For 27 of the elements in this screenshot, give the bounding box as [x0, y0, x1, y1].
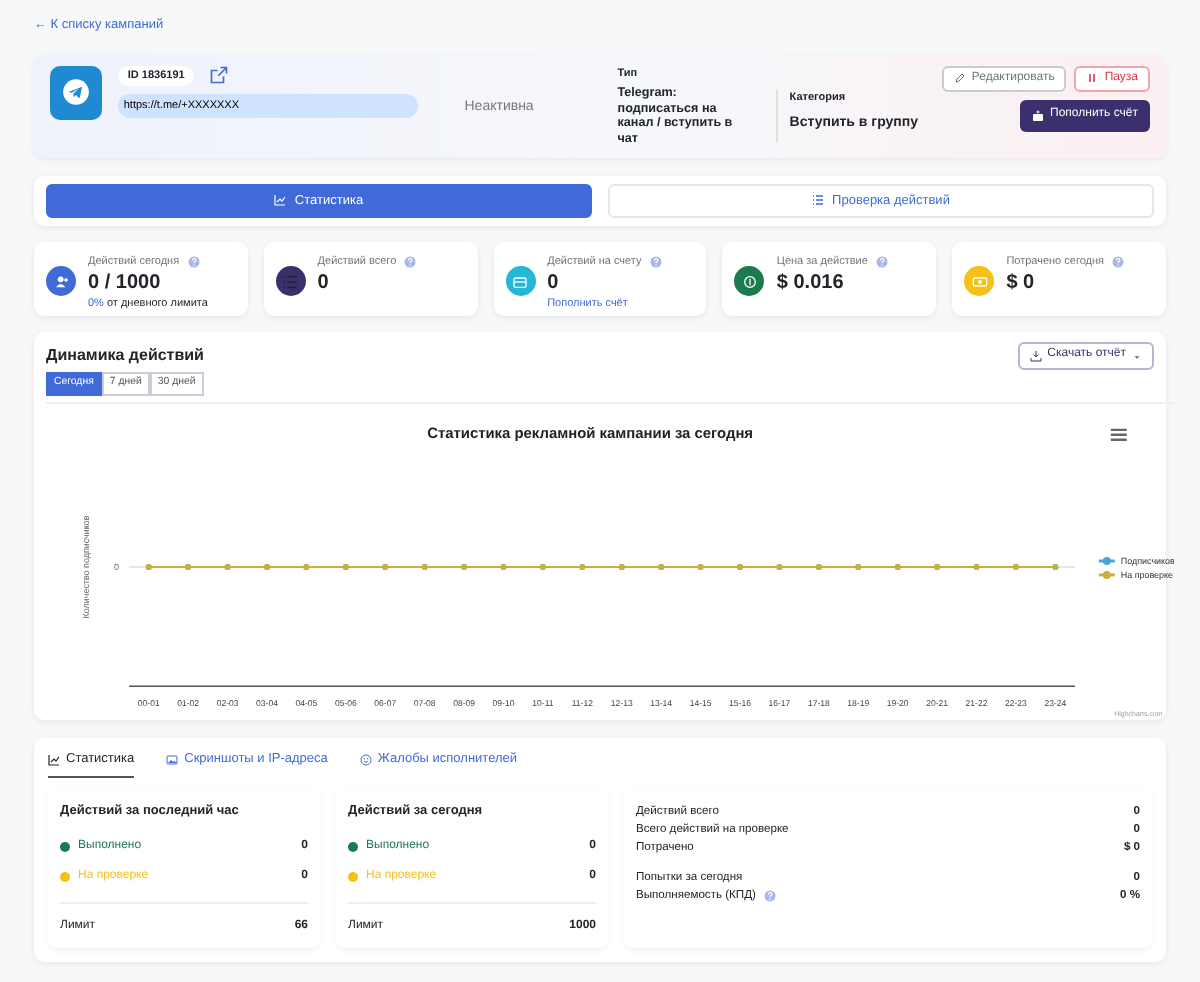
help-icon: [187, 256, 200, 269]
metric-value: 0: [547, 271, 561, 295]
metric-value: 0 / 1000: [88, 271, 163, 295]
download-icon: [1029, 350, 1042, 363]
help-icon: [1112, 256, 1124, 269]
menu-icon[interactable]: [1109, 428, 1128, 441]
edit-icon: [953, 72, 966, 85]
chart-icon: [274, 194, 287, 207]
section-title: Динамика действий: [46, 344, 204, 369]
metric-value: $ 0.016: [776, 271, 846, 295]
smile-icon: [359, 754, 372, 767]
metric-value: 0: [317, 271, 331, 295]
telegram-logo-icon: [50, 65, 102, 119]
wallet-plus-icon: [1032, 110, 1045, 123]
pause-icon: [1086, 72, 1099, 85]
image-icon: [166, 754, 179, 767]
help-icon: [404, 256, 417, 269]
external-link-icon[interactable]: [210, 66, 229, 85]
legend-marker[interactable]: [1098, 556, 1115, 565]
metric-value: $ 0: [1006, 271, 1037, 295]
caret-icon: [1132, 351, 1142, 362]
chart-icon: [48, 754, 60, 767]
help-icon: [763, 890, 776, 903]
help-icon: [875, 256, 888, 269]
legend-marker[interactable]: [1098, 570, 1115, 579]
help-icon: [649, 256, 662, 269]
list-icon: [812, 194, 825, 207]
